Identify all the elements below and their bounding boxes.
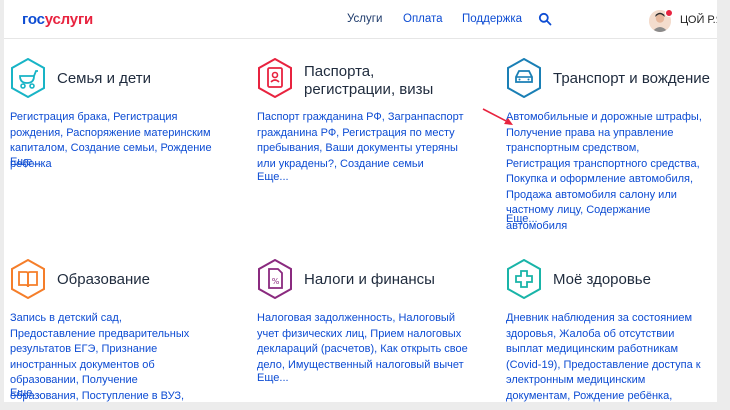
category-title[interactable]: Налоги и финансы: [304, 270, 435, 289]
category-education[interactable]: Образование Запись в детский сад, Предос…: [10, 259, 235, 402]
category-title[interactable]: Семья и дети: [57, 69, 151, 88]
user-name[interactable]: ЦОЙ Р.Я.: [680, 14, 717, 26]
logo-part-1: гос: [22, 11, 45, 28]
nav-support[interactable]: Поддержка: [462, 13, 522, 25]
more-link[interactable]: Еще...: [10, 156, 42, 168]
passport-icon: [258, 58, 292, 98]
category-description[interactable]: Паспорт гражданина РФ, Загранпаспорт гра…: [257, 110, 467, 172]
stroller-icon: [11, 58, 45, 98]
top-header: госуслуги Услуги Оплата Поддержка ЦОЙ Р.…: [4, 0, 717, 39]
more-link[interactable]: Еще...: [10, 387, 42, 399]
category-transport[interactable]: Транспорт и вождение Автомобильные и дор…: [506, 58, 717, 232]
tax-document-icon: %: [258, 259, 292, 299]
category-health[interactable]: Моё здоровье Дневник наблюдения за состо…: [506, 259, 717, 402]
book-icon: [11, 259, 45, 299]
category-description[interactable]: Регистрация брака, Регистрация рождения,…: [10, 110, 232, 172]
category-title[interactable]: Транспорт и вождение: [553, 69, 710, 88]
svg-text:%: %: [272, 277, 280, 286]
search-icon[interactable]: [538, 12, 552, 26]
page: госуслуги Услуги Оплата Поддержка ЦОЙ Р.…: [4, 0, 717, 402]
category-family[interactable]: Семья и дети Регистрация брака, Регистра…: [10, 58, 235, 178]
category-taxes[interactable]: % Налоги и финансы Налоговая задолженнос…: [257, 259, 482, 389]
category-title[interactable]: Моё здоровье: [553, 270, 651, 289]
notification-dot: [665, 9, 673, 17]
more-link[interactable]: Еще...: [506, 213, 538, 225]
category-description[interactable]: Налоговая задолженность, Налоговый учет …: [257, 311, 472, 373]
nav-services[interactable]: Услуги: [347, 13, 382, 25]
more-link[interactable]: Еще...: [257, 171, 289, 183]
category-title[interactable]: Образование: [57, 270, 150, 289]
category-passports[interactable]: Паспорта, регистрации, визы Паспорт граж…: [257, 58, 482, 188]
category-title-line1[interactable]: Паспорта,: [304, 62, 374, 81]
category-description[interactable]: Дневник наблюдения за состоянием здоровь…: [506, 311, 704, 402]
category-title-line2[interactable]: регистрации, визы: [304, 80, 433, 99]
more-link[interactable]: Еще...: [257, 372, 289, 384]
gosuslugi-logo[interactable]: госуслуги: [22, 11, 93, 28]
medical-cross-icon: [507, 259, 541, 299]
nav-payment[interactable]: Оплата: [403, 13, 443, 25]
annotation-arrow-icon: [482, 108, 513, 125]
logo-part-2: услуги: [44, 11, 94, 28]
car-icon: [507, 58, 541, 98]
